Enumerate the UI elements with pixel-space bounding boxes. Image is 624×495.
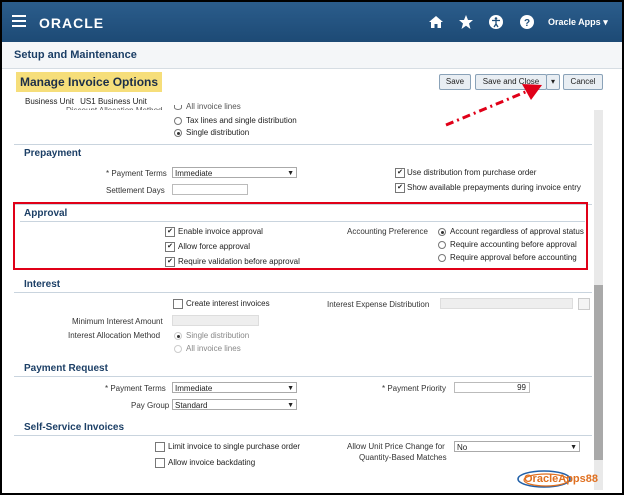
help-icon[interactable]: ?	[519, 14, 535, 30]
section-divider	[14, 144, 592, 145]
page-title: Manage Invoice Options	[16, 72, 163, 92]
select-value: Immediate	[175, 169, 213, 178]
chevron-down-icon: ▼	[570, 444, 577, 451]
pay-group-label: Pay Group	[131, 401, 170, 410]
unit-price-change-label-line2: Quantity-Based Matches	[359, 453, 447, 462]
accessibility-icon[interactable]	[488, 14, 504, 30]
pay-group-select[interactable]: Standard ▼	[172, 399, 297, 410]
work-area-header: Setup and Maintenance	[2, 42, 622, 69]
chevron-down-icon: ▼	[287, 402, 294, 409]
unit-price-change-select[interactable]: No ▼	[454, 441, 580, 452]
prepayment-heading: Prepayment	[24, 148, 82, 159]
app-frame: ORACLE ? Oracle Apps ▾ Setup and Mainten…	[0, 0, 624, 495]
business-unit-label: Business Unit	[25, 97, 74, 106]
settlement-days-label: Settlement Days	[106, 186, 165, 195]
use-distribution-checkbox[interactable]: ✔	[395, 168, 405, 178]
radio-label: All invoice lines	[186, 344, 241, 353]
cancel-button[interactable]: Cancel	[563, 74, 603, 90]
allow-backdating-label: Allow invoice backdating	[168, 458, 256, 467]
business-unit-value: US1 Business Unit	[80, 97, 147, 106]
payment-request-heading: Payment Request	[24, 363, 108, 374]
chevron-down-icon: ▼	[287, 170, 294, 177]
business-unit: Business Unit US1 Business Unit	[25, 97, 147, 106]
use-distribution-label: Use distribution from purchase order	[407, 168, 537, 177]
section-divider	[14, 435, 592, 436]
minimum-interest-amount-label: Minimum Interest Amount	[72, 317, 163, 326]
allow-backdating-checkbox[interactable]	[155, 458, 165, 468]
interest-heading: Interest	[24, 279, 61, 290]
global-header: ORACLE ? Oracle Apps ▾	[2, 2, 622, 42]
account-picker-icon[interactable]	[578, 298, 590, 310]
self-service-heading: Self-Service Invoices	[24, 422, 125, 433]
interest-allocation-method-label: Interest Allocation Method	[68, 331, 161, 340]
oracle-logo: ORACLE	[39, 15, 105, 31]
minimum-interest-amount-input[interactable]	[172, 315, 259, 326]
interest-expense-distribution-input[interactable]	[440, 298, 573, 309]
payment-priority-label: * Payment Priority	[382, 384, 447, 393]
radio-interest-single-distribution[interactable]	[174, 332, 182, 340]
discount-allocation-label: Discount Allocation Method	[66, 106, 163, 110]
oracleapps88-watermark: OracleApps88	[516, 468, 612, 490]
show-prepayments-checkbox[interactable]: ✔	[395, 183, 405, 193]
interest-expense-distribution-label: Interest Expense Distribution	[327, 300, 430, 309]
radio-interest-all-invoice-lines[interactable]	[174, 345, 182, 353]
radio-tax-lines-single-distribution[interactable]	[174, 117, 182, 125]
approval-highlight-box	[13, 202, 588, 270]
create-interest-invoices-checkbox[interactable]	[173, 299, 183, 309]
home-icon[interactable]	[428, 14, 444, 30]
radio-label: Single distribution	[186, 128, 250, 137]
prepay-payment-terms-select[interactable]: Immediate ▼	[172, 167, 297, 178]
radio-label: Tax lines and single distribution	[186, 116, 297, 125]
work-area-title: Setup and Maintenance	[14, 49, 137, 61]
chevron-down-icon: ▾	[603, 17, 608, 27]
apps-menu-label: Oracle Apps	[548, 17, 601, 27]
payment-priority-input[interactable]: 99	[454, 382, 530, 393]
radio-label: All invoice lines	[186, 102, 241, 110]
annotation-arrow-icon	[445, 84, 542, 127]
watermark-text: OracleApps88	[524, 473, 598, 485]
prepay-payment-terms-label: * Payment Terms	[106, 169, 167, 178]
settlement-days-input[interactable]	[172, 184, 248, 195]
show-prepayments-label: Show available prepayments during invoic…	[407, 183, 581, 192]
oracle-apps-menu[interactable]: Oracle Apps ▾	[548, 17, 608, 28]
radio-label: Single distribution	[186, 331, 250, 340]
select-value: Standard	[175, 401, 208, 410]
section-divider	[14, 376, 592, 377]
menu-icon[interactable]	[12, 15, 26, 27]
favorites-star-icon[interactable]	[458, 14, 474, 30]
svg-text:?: ?	[524, 18, 530, 29]
select-value: No	[457, 443, 468, 452]
payment-request-terms-select[interactable]: Immediate ▼	[172, 382, 297, 393]
chevron-down-icon: ▼	[287, 385, 294, 392]
create-interest-invoices-label: Create interest invoices	[186, 299, 270, 308]
limit-single-po-checkbox[interactable]	[155, 442, 165, 452]
limit-single-po-label: Limit invoice to single purchase order	[168, 442, 301, 451]
section-divider	[14, 292, 592, 293]
radio-single-distribution[interactable]	[174, 129, 182, 137]
scrollbar-thumb[interactable]	[594, 285, 603, 460]
payment-request-terms-label: * Payment Terms	[105, 384, 166, 393]
radio-all-invoice-lines[interactable]	[174, 105, 182, 110]
unit-price-change-label: Allow Unit Price Change for	[347, 442, 445, 451]
select-value: Immediate	[175, 384, 213, 393]
